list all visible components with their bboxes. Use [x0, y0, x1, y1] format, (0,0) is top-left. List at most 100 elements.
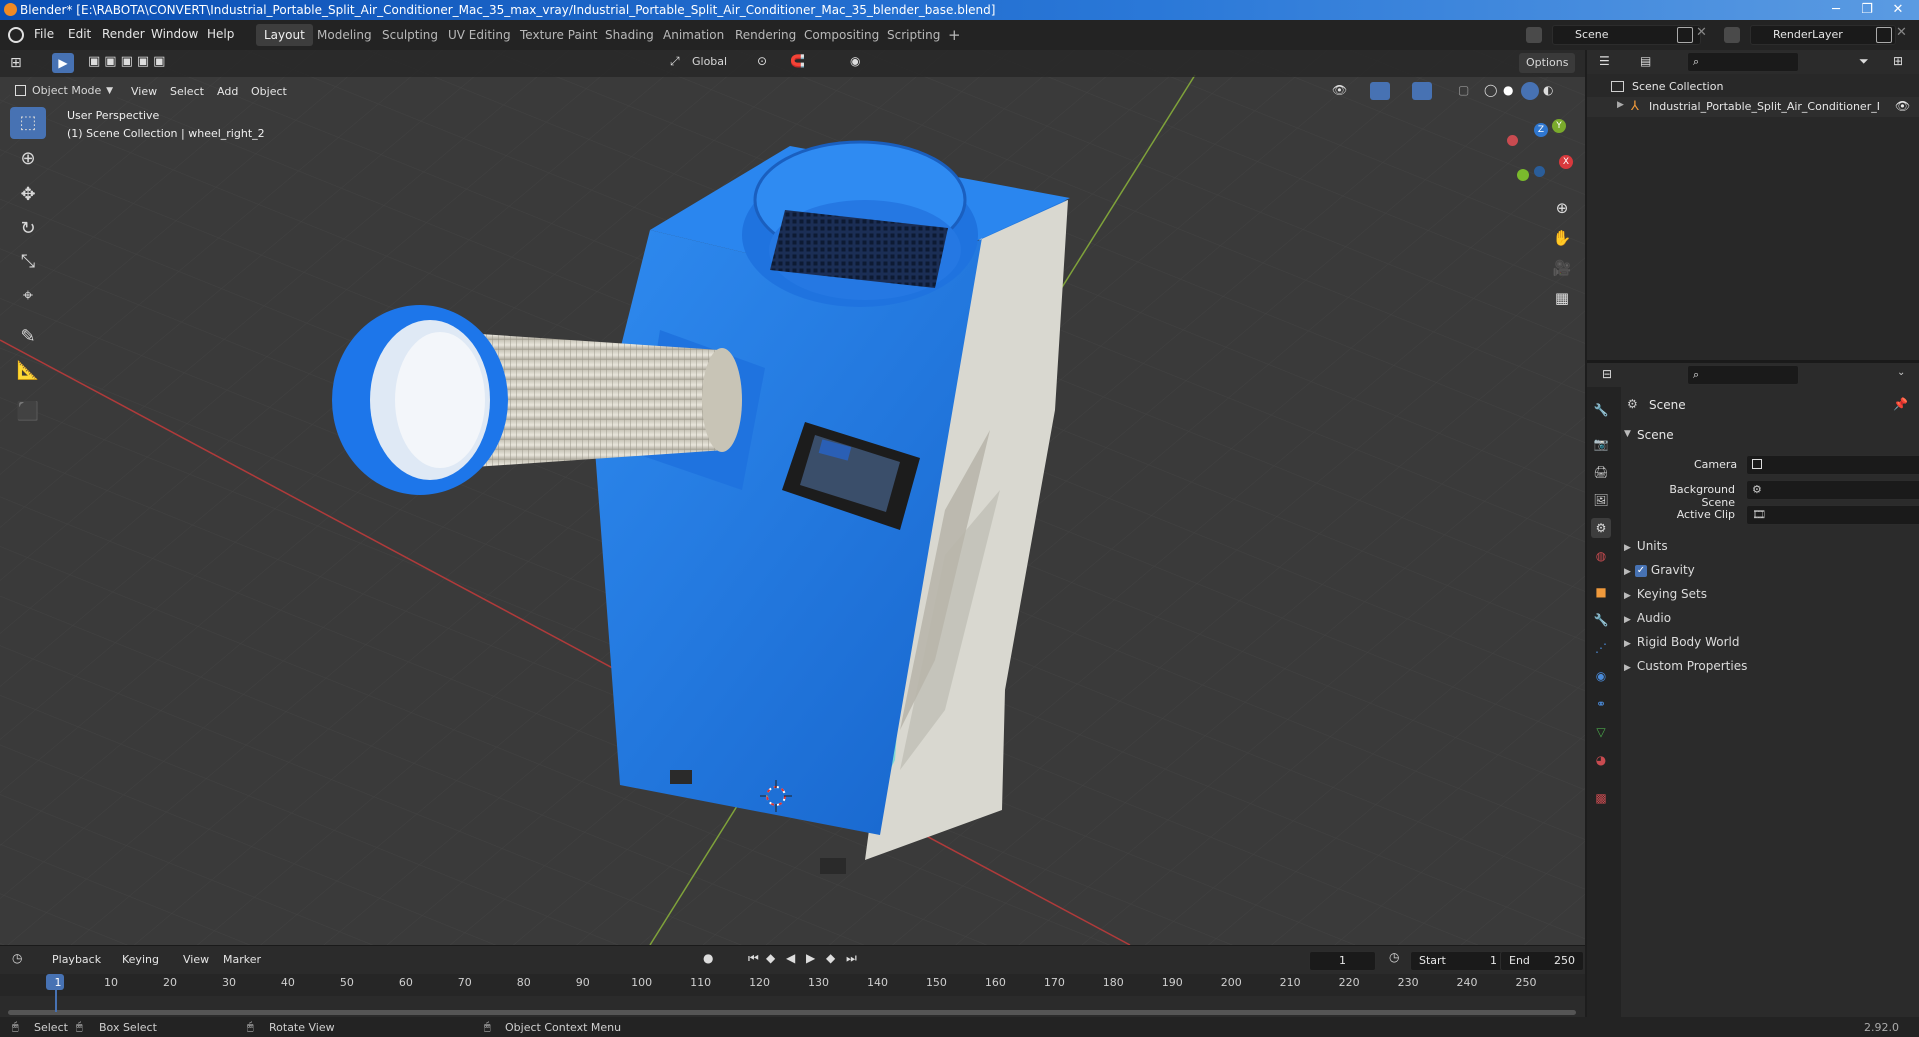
renderlayer-browse-icon[interactable]	[1724, 27, 1740, 43]
chevron-down-icon[interactable]: ⌄	[1897, 367, 1905, 378]
transform-tool[interactable]: ⌖	[10, 280, 46, 312]
visibility-icon[interactable]: 👁	[1332, 83, 1347, 97]
close-button[interactable]: ✕	[1884, 0, 1912, 20]
annotate-tool[interactable]: ✎	[10, 321, 46, 353]
tab-shading[interactable]: Shading	[597, 24, 662, 46]
camera-field[interactable]: ✒	[1746, 455, 1919, 475]
menu-keying[interactable]: Keying	[122, 953, 159, 966]
tab-animation[interactable]: Animation	[655, 24, 732, 46]
tab-scripting[interactable]: Scripting	[879, 24, 948, 46]
next-keyframe-icon[interactable]: ◆	[826, 951, 835, 965]
prev-keyframe-icon[interactable]: ◆	[766, 951, 775, 965]
gravity-checkbox[interactable]: ✓	[1634, 564, 1647, 577]
menu-timeline-view[interactable]: View	[183, 953, 209, 966]
tab-uv-editing[interactable]: UV Editing	[440, 24, 519, 46]
texture-tab-icon[interactable]: ▩	[1591, 788, 1611, 808]
jump-end-icon[interactable]: ⏭	[846, 951, 857, 966]
render-tab-icon[interactable]: 📷	[1591, 434, 1611, 454]
restore-button[interactable]: ❐	[1853, 0, 1881, 20]
section-keying-sets[interactable]: ▶ Keying Sets	[1624, 587, 1707, 601]
renderlayer-remove-icon[interactable]: ✕	[1896, 25, 1907, 40]
timeline-scrollbar[interactable]	[8, 1010, 1576, 1015]
scene-browse-icon[interactable]	[1526, 27, 1542, 43]
expand-arrow-icon[interactable]: ▶	[1617, 100, 1624, 110]
axis-neg-z-ball[interactable]	[1534, 166, 1545, 177]
start-frame-field[interactable]: Start 1	[1410, 951, 1506, 971]
tab-rendering[interactable]: Rendering	[727, 24, 804, 46]
object-tab-icon[interactable]: ■	[1591, 582, 1611, 602]
scene-remove-icon[interactable]: ✕	[1696, 25, 1707, 40]
view-layer-tab-icon[interactable]: 🖼	[1591, 490, 1611, 510]
timeline-editor-icon[interactable]: ◷	[12, 951, 22, 965]
scene-panel-header[interactable]: ▼ Scene	[1621, 426, 1915, 446]
perspective-grid-icon[interactable]: ▦	[1550, 286, 1574, 310]
section-units[interactable]: ▶ Units	[1624, 539, 1668, 553]
tab-sculpting[interactable]: Sculpting	[374, 24, 446, 46]
axis-neg-y-ball[interactable]	[1517, 169, 1529, 181]
eye-visibility-icon[interactable]: 👁	[1895, 99, 1910, 113]
properties-search-input[interactable]: ⌕	[1687, 365, 1799, 385]
material-tab-icon[interactable]: ◕	[1591, 750, 1611, 770]
shading-rendered-icon[interactable]: ◐	[1543, 83, 1553, 97]
selection-mode-icons[interactable]: ▣▣▣▣▣	[88, 54, 169, 69]
measure-tool[interactable]: 📐	[10, 355, 46, 387]
section-rigid-body-world[interactable]: ▶ Rigid Body World	[1624, 635, 1739, 649]
play-icon[interactable]: ▶	[806, 951, 815, 965]
properties-editor-icon[interactable]: ⊟	[1602, 367, 1612, 381]
options-button[interactable]: Options	[1519, 53, 1576, 73]
blender-menu-icon[interactable]	[8, 27, 24, 43]
add-cube-tool[interactable]: ⬛	[10, 396, 46, 428]
outliner-row-object[interactable]: ▶ ⅄ Industrial_Portable_Split_Air_Condit…	[1587, 97, 1919, 117]
background-scene-field[interactable]: ⚙	[1746, 480, 1919, 500]
camera-view-icon[interactable]: 🎥	[1550, 256, 1574, 280]
menu-file[interactable]: File	[34, 27, 54, 41]
menu-render[interactable]: Render	[102, 27, 145, 41]
menu-playback[interactable]: Playback	[52, 953, 101, 966]
tab-texture-paint[interactable]: Texture Paint	[512, 24, 605, 46]
particles-tab-icon[interactable]: ⋰	[1591, 638, 1611, 658]
menu-marker[interactable]: Marker	[223, 953, 261, 966]
gizmo-toggle-icon[interactable]	[1370, 82, 1390, 100]
add-workspace-button[interactable]: +	[940, 24, 969, 46]
cursor-tool[interactable]: ⊕	[10, 143, 46, 175]
new-collection-icon[interactable]: ⊞	[1893, 54, 1903, 68]
outliner-display-mode-icon[interactable]: ▤	[1640, 54, 1651, 68]
select-tool-toggle-icon[interactable]: ▶	[52, 53, 74, 73]
menu-window[interactable]: Window	[151, 27, 198, 41]
rotate-tool[interactable]: ↻	[10, 213, 46, 245]
pivot-point-icon[interactable]: ⊙	[757, 54, 767, 68]
tool-tab-icon[interactable]: 🔧	[1591, 400, 1611, 420]
world-tab-icon[interactable]: ◍	[1591, 546, 1611, 566]
renderlayer-selector[interactable]: RenderLayer	[1750, 25, 1896, 45]
axis-y-ball[interactable]: Y	[1552, 119, 1566, 133]
menu-object[interactable]: Object	[251, 85, 287, 98]
menu-edit[interactable]: Edit	[68, 27, 91, 41]
axis-x-ball[interactable]: X	[1559, 155, 1573, 169]
tab-compositing[interactable]: Compositing	[796, 24, 887, 46]
menu-select[interactable]: Select	[170, 85, 204, 98]
constraints-tab-icon[interactable]: ⚭	[1591, 694, 1611, 714]
xray-toggle-icon[interactable]: ▢	[1458, 83, 1469, 97]
section-audio[interactable]: ▶ Audio	[1624, 611, 1671, 625]
editor-type-icon[interactable]: ⊞	[10, 55, 22, 71]
menu-view[interactable]: View	[131, 85, 157, 98]
scene-new-icon[interactable]	[1677, 27, 1693, 43]
tab-modeling[interactable]: Modeling	[309, 24, 380, 46]
scene-tab-icon[interactable]: ⚙	[1591, 518, 1611, 538]
snap-icon[interactable]: 🧲	[790, 54, 805, 68]
modifier-tab-icon[interactable]: 🔧	[1591, 610, 1611, 630]
record-icon[interactable]: ●	[703, 951, 713, 965]
tab-layout[interactable]: Layout	[256, 24, 313, 46]
zoom-icon[interactable]: ⊕	[1550, 196, 1574, 220]
output-tab-icon[interactable]: 🖨	[1591, 462, 1611, 482]
navigation-gizmo[interactable]: Z Y X	[1490, 115, 1580, 205]
outliner-row-scene-collection[interactable]: Scene Collection	[1587, 77, 1919, 97]
clock-icon[interactable]: ◷	[1389, 950, 1399, 964]
section-custom-properties[interactable]: ▶ Custom Properties	[1624, 659, 1747, 673]
axis-z-ball[interactable]: Z	[1534, 123, 1548, 137]
filter-icon[interactable]: ⏷	[1859, 54, 1869, 69]
transform-orientation-dropdown[interactable]: Global	[692, 55, 727, 68]
shading-solid-icon[interactable]: ●	[1503, 83, 1513, 97]
pan-hand-icon[interactable]: ✋	[1550, 226, 1574, 250]
jump-start-icon[interactable]: ⏮	[748, 951, 759, 966]
